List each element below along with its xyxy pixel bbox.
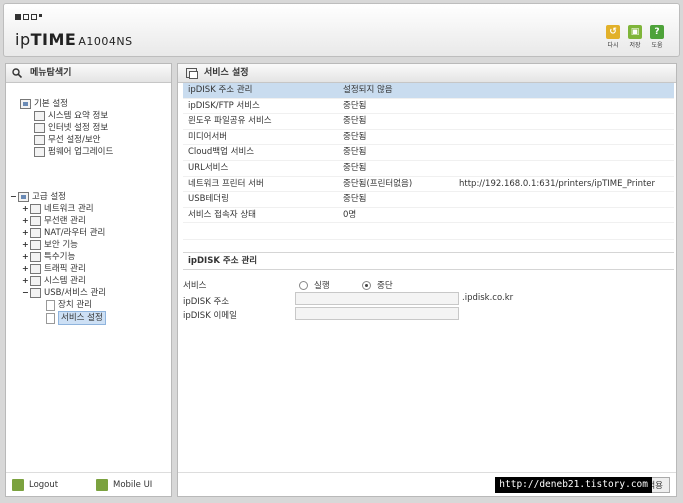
globe-icon xyxy=(34,123,45,133)
wifi-icon xyxy=(30,216,41,226)
watermark-url: http://deneb21.tistory.com xyxy=(495,477,652,493)
table-row[interactable]: URL서비스 중단됨 xyxy=(183,161,674,177)
logout-icon xyxy=(12,479,24,491)
ipdisk-section-title: ipDISK 주소 관리 xyxy=(183,253,674,270)
tree-item-service-settings[interactable]: 서비스 설정 xyxy=(46,311,106,325)
tree-item-device-management[interactable]: 장치 관리 xyxy=(46,299,92,311)
table-row-empty xyxy=(183,223,674,241)
menu-explorer-panel: 메뉴탐색기 기본 설정 시스템 요약 정보 인터넷 설정 정보 무선 설정/보안… xyxy=(5,63,172,497)
expand-icon[interactable]: + xyxy=(22,251,29,263)
ipdisk-address-input[interactable] xyxy=(295,292,459,305)
traffic-icon xyxy=(30,264,41,274)
mobile-icon xyxy=(96,479,108,491)
tree-item-wireless-lan[interactable]: + 무선랜 관리 xyxy=(22,215,86,227)
ipdisk-domain-suffix: .ipdisk.co.kr xyxy=(462,293,514,303)
folder-icon xyxy=(20,99,31,109)
ipdisk-section: ipDISK 주소 관리 xyxy=(183,252,674,270)
left-panel-footer: Logout Mobile UI xyxy=(6,472,171,496)
chart-icon xyxy=(34,111,45,121)
tree-item-security[interactable]: + 보안 기능 xyxy=(22,239,78,251)
save-button[interactable]: ▣ 저장 xyxy=(627,25,643,49)
window-icon xyxy=(186,68,198,79)
run-radio[interactable]: 실행 xyxy=(299,279,330,291)
help-button[interactable]: ? 도움 xyxy=(649,25,665,49)
lock-icon xyxy=(30,240,41,250)
model-name: A1004NS xyxy=(78,35,133,48)
tree-item-system-summary[interactable]: 시스템 요약 정보 xyxy=(34,110,108,122)
table-row[interactable]: USB테더링 중단됨 xyxy=(183,192,674,208)
router-icon xyxy=(30,228,41,238)
folder-icon xyxy=(30,252,41,262)
help-icon: ? xyxy=(650,25,664,39)
table-row[interactable]: 네트워크 프린터 서버 중단됨(프린터없음) http://192.168.0.1:… xyxy=(183,177,674,193)
mobile-ui-link[interactable]: Mobile UI xyxy=(96,479,152,491)
tree-item-network[interactable]: + 네트워크 관리 xyxy=(22,203,94,215)
tree-item-traffic[interactable]: + 트래픽 관리 xyxy=(22,263,86,275)
search-icon xyxy=(12,68,22,78)
expand-icon[interactable]: + xyxy=(22,215,29,227)
expand-icon[interactable]: + xyxy=(22,203,29,215)
table-row[interactable]: ipDISK 주소 관리 설정되지 않음 xyxy=(183,83,674,99)
save-icon: ▣ xyxy=(628,25,642,39)
expand-icon[interactable]: + xyxy=(22,263,29,275)
table-row[interactable]: ipDISK/FTP 서비스 중단됨 xyxy=(183,99,674,115)
expand-icon[interactable]: + xyxy=(22,227,29,239)
collapse-icon[interactable]: − xyxy=(10,191,17,203)
folder-icon xyxy=(18,192,29,202)
table-row[interactable]: 윈도우 파일공유 서비스 중단됨 xyxy=(183,114,674,130)
refresh-button[interactable]: ↺ 다시 xyxy=(605,25,621,49)
service-status-table: ipDISK 주소 관리 설정되지 않음 ipDISK/FTP 서비스 중단됨 윈도… xyxy=(183,83,674,241)
refresh-icon: ↺ xyxy=(606,25,620,39)
logout-link[interactable]: Logout xyxy=(12,479,58,491)
menu-explorer-title: 메뉴탐색기 xyxy=(6,64,171,83)
tree-basic-settings[interactable]: 기본 설정 xyxy=(20,98,68,110)
usb-icon xyxy=(30,288,41,298)
ipdisk-email-input[interactable] xyxy=(295,307,459,320)
printer-url: http://192.168.0.1:631/printers/ipTIME_P… xyxy=(459,178,656,189)
brand-logo: ipTIME A1004NS xyxy=(15,30,133,49)
tree-item-internet-settings[interactable]: 인터넷 설정 정보 xyxy=(34,122,108,134)
network-icon xyxy=(30,204,41,214)
collapse-icon[interactable]: − xyxy=(22,287,29,299)
service-label: 서비스 xyxy=(183,281,207,291)
app-header: ipTIME A1004NS ↺ 다시 ▣ 저장 ? 도움 xyxy=(3,3,680,57)
tree-item-nat-router[interactable]: + NAT/라우터 관리 xyxy=(22,227,105,239)
expand-icon[interactable]: + xyxy=(22,275,29,287)
table-row[interactable]: 서비스 접속자 상태 0명 xyxy=(183,208,674,224)
table-row[interactable]: 미디어서버 중단됨 xyxy=(183,130,674,146)
radio-button-off[interactable] xyxy=(299,280,308,290)
wifi-icon xyxy=(34,135,45,145)
service-settings-panel: 서비스 설정 ipDISK 주소 관리 설정되지 않음 ipDISK/FTP 서비… xyxy=(177,63,677,497)
tree-item-special[interactable]: + 특수기능 xyxy=(22,251,75,263)
brand-logo-mark xyxy=(15,14,42,20)
expand-icon[interactable]: + xyxy=(22,239,29,251)
table-row[interactable]: Cloud백업 서비스 중단됨 xyxy=(183,145,674,161)
tree-item-wireless-security[interactable]: 무선 설정/보안 xyxy=(34,134,101,146)
stop-radio[interactable]: 중단 xyxy=(362,279,393,291)
panel-title: 서비스 설정 xyxy=(178,64,676,83)
tree-advanced-settings[interactable]: − 고급 설정 xyxy=(10,191,66,203)
tree-item-usb-service[interactable]: − USB/서비스 관리 xyxy=(22,287,106,299)
upgrade-icon xyxy=(34,147,45,157)
radio-button-on[interactable] xyxy=(362,280,371,290)
ipdisk-address-label: ipDISK 주소 xyxy=(183,297,230,307)
ipdisk-email-label: ipDISK 이메일 xyxy=(183,311,237,321)
page-icon xyxy=(46,299,55,311)
tree-item-firmware-upgrade[interactable]: 펌웨어 업그레이드 xyxy=(34,146,113,158)
tree-item-system[interactable]: + 시스템 관리 xyxy=(22,275,86,287)
page-icon xyxy=(46,312,55,324)
panel-footer: 적용 http://deneb21.tistory.com xyxy=(178,472,676,496)
chart-icon xyxy=(30,276,41,286)
